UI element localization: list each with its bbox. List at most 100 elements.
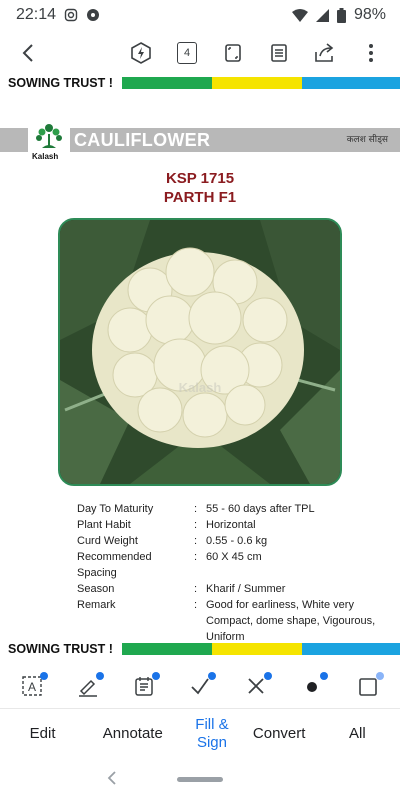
kalash-logo: Kalash [28, 120, 70, 162]
specs-list: Day To Maturity:55 - 60 days after TPL P… [77, 501, 387, 645]
spec-label: Recommended Spacing [77, 551, 152, 579]
status-bar: 22:14 98% [0, 0, 400, 30]
tab-all[interactable]: All [322, 725, 392, 743]
spec-value: Kharif / Summer [206, 583, 286, 595]
yellow-stripe [212, 77, 302, 89]
variety-code: KSP 1715 [165, 170, 235, 187]
spec-label: Remark [77, 599, 116, 611]
spec-value: Horizontal [206, 519, 256, 531]
quick-action-button[interactable] [118, 30, 164, 76]
share-icon [315, 43, 334, 62]
home-gesture-pill[interactable] [177, 776, 223, 782]
fill-sign-toolbar: A [0, 664, 400, 708]
spec-label: Plant Habit [77, 519, 131, 531]
spec-colon: : [194, 503, 198, 515]
square-icon [359, 678, 377, 696]
spec-row: Recommended Spacing:60 X 45 cm [77, 549, 387, 581]
spec-row: Plant Habit: Horizontal [77, 517, 387, 533]
yellow-stripe [212, 643, 302, 655]
page-count-badge: 4 [177, 42, 197, 64]
spec-value: 60 X 45 cm [206, 551, 262, 563]
slogan-text: SOWING TRUST ! [8, 76, 113, 90]
spec-label: Curd Weight [77, 535, 138, 547]
crop-title: CAULIFLOWER [74, 130, 211, 150]
photo-watermark: Kalash [178, 380, 222, 395]
dot-icon [307, 682, 317, 692]
fullscreen-frame-icon [225, 44, 241, 62]
dot-tool[interactable] [296, 670, 328, 702]
spec-row: Season: Kharif / Summer [77, 581, 387, 597]
spec-row-continued: Compact, dome shape, Vigourous, [77, 613, 387, 629]
spec-label [77, 613, 194, 629]
bolt-hexagon-icon [131, 42, 151, 64]
tab-annotate[interactable]: Annotate [93, 725, 173, 743]
tab-edit[interactable]: Edit [8, 725, 78, 743]
battery-percent: 98% [353, 6, 386, 23]
back-button[interactable] [6, 30, 52, 76]
form-tool[interactable] [128, 670, 160, 702]
app-toolbar: 4 [0, 30, 400, 76]
cross-icon [248, 678, 264, 694]
kebab-menu-icon [369, 44, 373, 62]
pro-badge [40, 672, 48, 680]
cauliflower-photo: Kalash [58, 218, 342, 486]
checkmark-icon [191, 678, 209, 695]
pro-badge [152, 672, 160, 680]
svg-text:A: A [28, 680, 36, 694]
tab-convert[interactable]: Convert [251, 725, 307, 743]
clock: 22:14 [16, 6, 57, 23]
text-box-tool[interactable]: A [16, 670, 48, 702]
cauliflower-illustration [60, 220, 340, 484]
blue-stripe [302, 643, 400, 655]
pro-badge [208, 672, 216, 680]
instagram-icon [64, 8, 78, 22]
pro-badge [376, 672, 384, 680]
cross-tool[interactable] [240, 670, 272, 702]
reading-mode-button[interactable] [256, 30, 302, 76]
pro-badge [264, 672, 272, 680]
tab-fill-sign[interactable]: Fill & Sign [188, 716, 236, 752]
page-count-button[interactable]: 4 [164, 30, 210, 76]
bottom-slogan-band: SOWING TRUST ! [0, 642, 400, 656]
text-box-icon: A [22, 676, 42, 696]
pen-sign-icon [79, 679, 97, 697]
spec-colon-blank [194, 613, 206, 629]
more-options-button[interactable] [348, 30, 394, 76]
spec-value: 55 - 60 days after TPL [206, 503, 315, 515]
spec-colon: : [194, 599, 198, 611]
spec-label: Day To Maturity [77, 503, 154, 515]
checkmark-tool[interactable] [184, 670, 216, 702]
crop-header: Kalash CAULIFLOWER कलश सीड्स [0, 120, 400, 162]
spec-row: Remark: Good for earliness, White very [77, 597, 387, 613]
signal-icon [315, 8, 329, 22]
pro-badge [96, 672, 104, 680]
kalash-tree-logo-icon [36, 124, 62, 148]
spec-label: Season [77, 583, 115, 595]
chevron-left-icon [22, 44, 33, 62]
soccer-ball-icon [87, 9, 100, 21]
spec-value: Good for earliness, White very [206, 599, 354, 611]
spec-value: 0.55 - 0.6 kg [206, 535, 268, 547]
wifi-icon [291, 8, 308, 22]
spec-row: Curd Weight:0.55 - 0.6 kg [77, 533, 387, 549]
top-slogan-band: SOWING TRUST ! [0, 76, 400, 90]
sign-tool[interactable] [72, 670, 104, 702]
share-button[interactable] [302, 30, 348, 76]
blue-stripe [302, 77, 400, 89]
slogan-text: SOWING TRUST ! [8, 642, 113, 656]
mode-tabs: Edit Annotate Fill & Sign Convert All [0, 708, 400, 758]
chevron-left-icon [107, 770, 116, 785]
spec-row: Day To Maturity:55 - 60 days after TPL [77, 501, 387, 517]
logo-brand-text: Kalash [32, 152, 59, 161]
spec-colon: : [194, 583, 198, 595]
crop-view-button[interactable] [210, 30, 256, 76]
pro-badge [320, 672, 328, 680]
square-tool[interactable] [352, 670, 384, 702]
nav-back-button[interactable] [107, 769, 117, 790]
spec-colon: : [194, 519, 198, 531]
document-lines-icon [271, 44, 287, 62]
spec-value: Compact, dome shape, Vigourous, [206, 615, 376, 627]
system-nav-bar [0, 758, 400, 800]
spec-colon: : [194, 551, 198, 563]
green-stripe [122, 77, 212, 89]
